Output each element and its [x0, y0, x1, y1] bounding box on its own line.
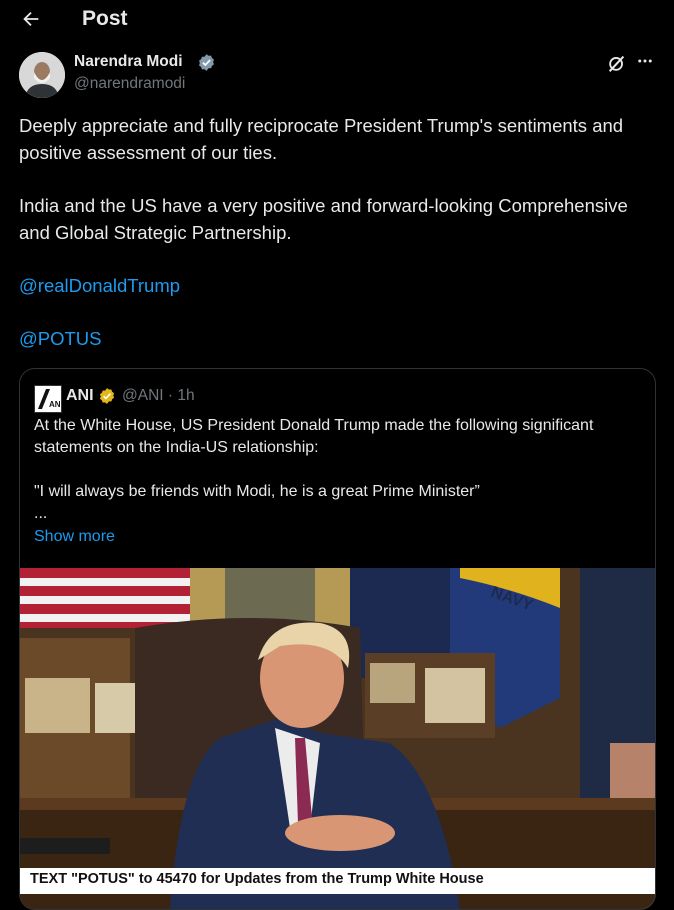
back-button[interactable]: [20, 8, 44, 32]
quoted-media-image[interactable]: NAVY TEXT "POTUS" to 45470 for Updates f…: [20, 568, 655, 909]
mention-link[interactable]: @POTUS: [19, 328, 102, 349]
verified-badge-icon: [99, 388, 115, 404]
media-caption: TEXT "POTUS" to 45470 for Updates from t…: [30, 871, 484, 887]
top-bar: Post: [0, 0, 674, 40]
author-handle[interactable]: @narendramodi: [74, 75, 185, 93]
quoted-paragraph: "I will always be friends with Modi, he …: [34, 483, 480, 500]
post-paragraph: Deeply appreciate and fully reciprocate …: [19, 115, 624, 163]
page-title: Post: [82, 7, 128, 30]
quoted-post-text: At the White House, US President Donald …: [34, 415, 646, 525]
post-paragraph: India and the US have a very positive an…: [19, 195, 628, 243]
show-more-link[interactable]: Show more: [34, 528, 115, 546]
quoted-post-header: ANI ANI @ANI · 1h: [34, 385, 634, 413]
arrow-left-icon: [23, 11, 39, 27]
mention-link[interactable]: @realDonaldTrump: [19, 275, 180, 296]
ani-logo[interactable]: ANI: [34, 385, 63, 413]
post-author: Narendra Modi @narendramodi: [19, 52, 674, 100]
verified-badge-icon: [199, 54, 214, 71]
grok-icon[interactable]: [606, 52, 628, 74]
quoted-paragraph: At the White House, US President Donald …: [34, 417, 594, 456]
quoted-author-name[interactable]: ANI: [66, 387, 94, 405]
quoted-post[interactable]: ANI ANI @ANI · 1h At the White House, US…: [19, 368, 656, 910]
quoted-paragraph: ...: [34, 505, 48, 522]
author-name[interactable]: Narendra Modi: [74, 53, 183, 71]
quoted-author-handle[interactable]: @ANI · 1h: [122, 387, 195, 405]
post-text: Deeply appreciate and fully reciprocate …: [19, 112, 649, 352]
logo-text: ANI: [49, 400, 61, 409]
oval-office-photo: NAVY: [20, 568, 655, 909]
avatar[interactable]: [19, 52, 65, 98]
more-icon[interactable]: [636, 52, 656, 72]
